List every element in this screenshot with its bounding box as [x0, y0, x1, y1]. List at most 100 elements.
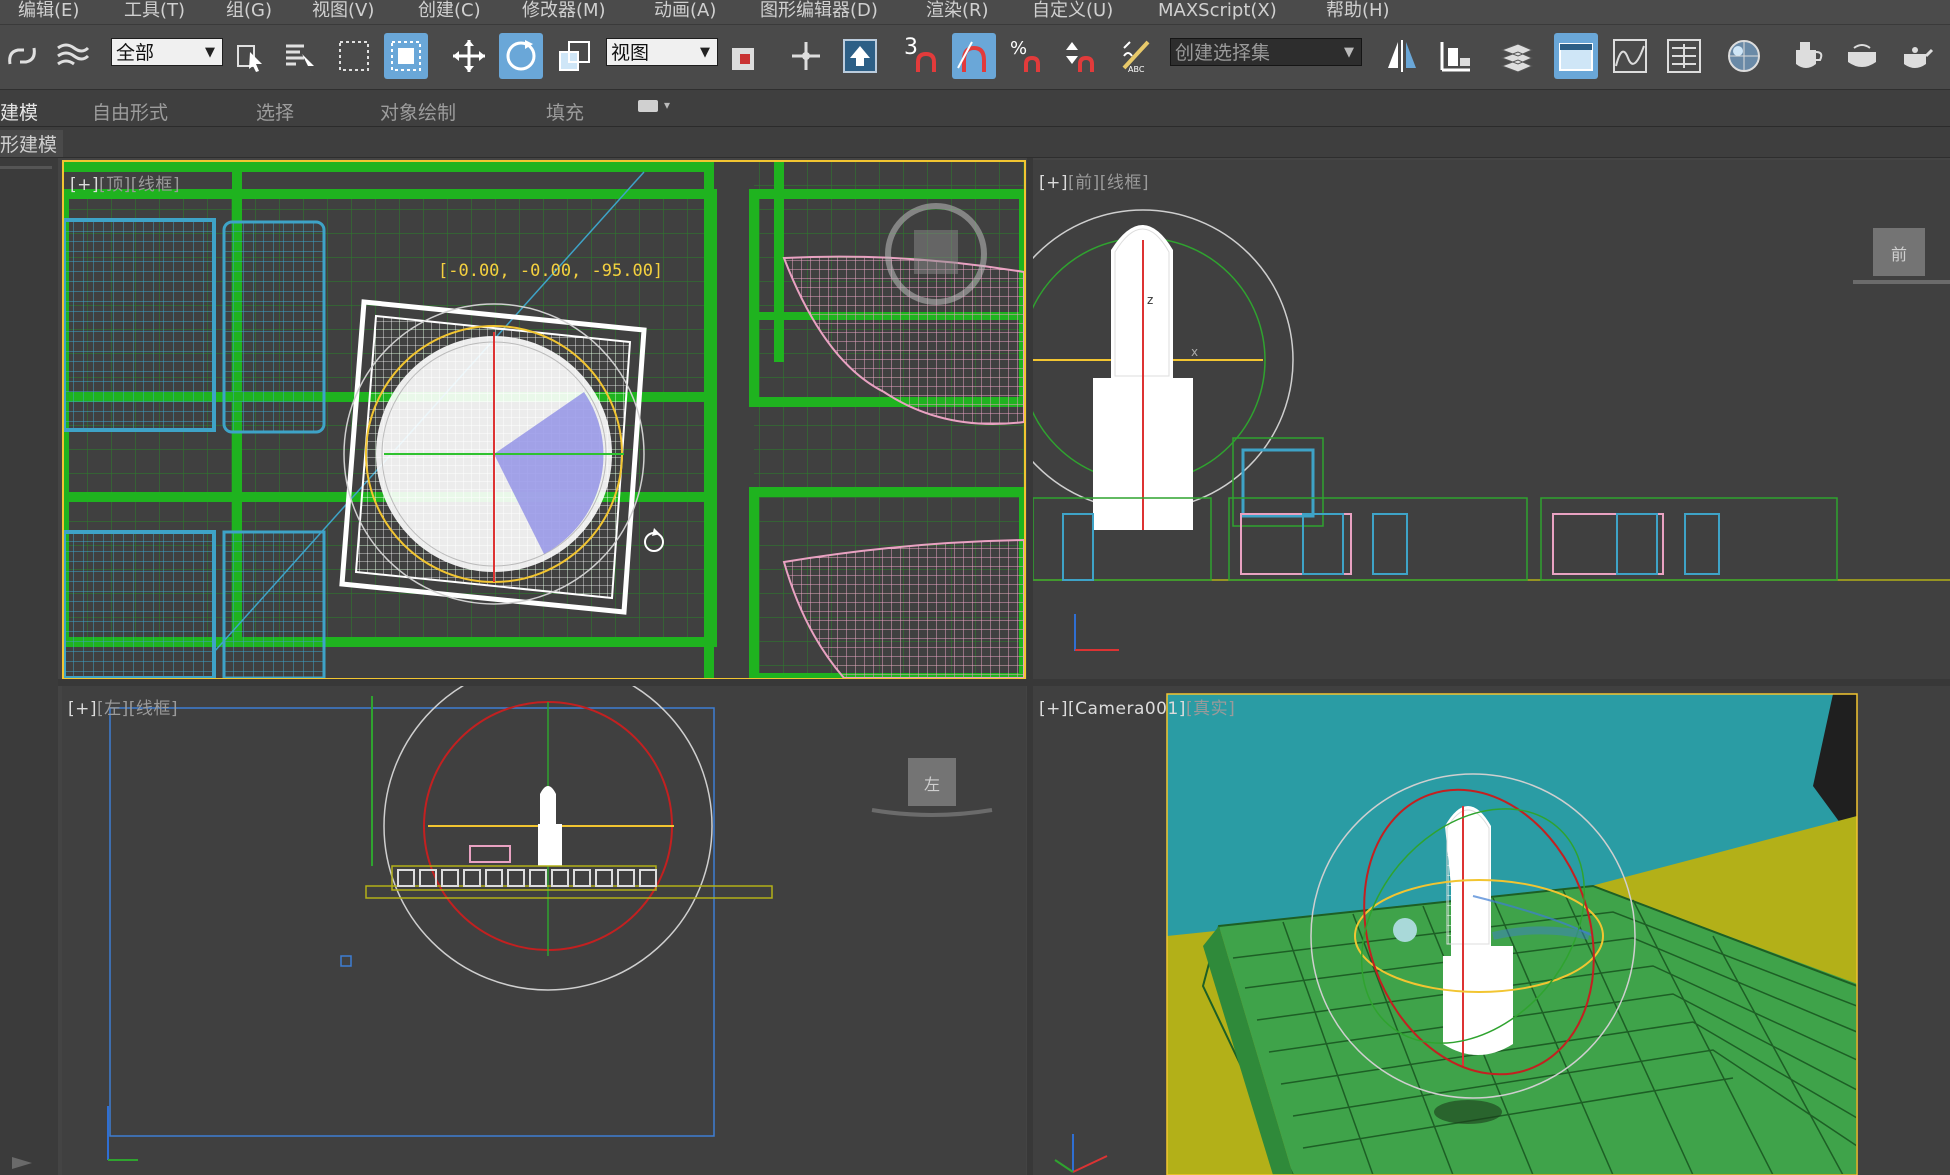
viewport-camera-canvas — [1054, 693, 1858, 1175]
scale-icon[interactable] — [553, 33, 597, 79]
viewport-left-shading[interactable]: [线框] — [129, 699, 178, 719]
viewport-camera-view[interactable]: [Camera001] — [1068, 699, 1186, 719]
menu-rendering[interactable]: 渲染(R) — [926, 0, 989, 22]
rotate-icon[interactable] — [499, 33, 543, 79]
viewport-front-shading[interactable]: [线框] — [1100, 173, 1149, 193]
edit-named-sets-icon[interactable]: ABC — [1116, 33, 1160, 79]
expand-arrow-icon[interactable] — [12, 1157, 32, 1169]
viewport-left-view[interactable]: [左] — [97, 699, 129, 719]
mirror-icon[interactable] — [1380, 33, 1424, 79]
left-command-strip — [0, 158, 58, 1175]
named-selection-dropdown[interactable]: 创建选择集 ▼ — [1170, 38, 1362, 66]
svg-text:%: % — [1010, 38, 1027, 59]
lamp-left — [538, 786, 562, 866]
menu-help[interactable]: 帮助(H) — [1326, 0, 1390, 22]
menu-views[interactable]: 视图(V) — [312, 0, 374, 22]
tab-populate[interactable]: 填充 — [546, 98, 584, 125]
percent-snap-icon[interactable]: % — [1004, 33, 1048, 79]
viewcube[interactable] — [914, 230, 958, 274]
camera-render — [1167, 694, 1857, 1175]
left-target-marker — [340, 955, 352, 967]
lamp-selected — [339, 299, 647, 615]
tab-modeling[interactable]: 建模 — [0, 98, 38, 125]
viewport-front-label[interactable]: [+][前][线框] — [1039, 168, 1149, 193]
viewport-divider-horizontal[interactable] — [58, 679, 1950, 686]
viewport-top-view[interactable]: [顶] — [99, 175, 131, 195]
link-icon[interactable] — [0, 33, 44, 79]
viewport-left-label[interactable]: [+][左][线框] — [68, 694, 178, 719]
viewport-camera-label[interactable]: [+][Camera001][真实] — [1039, 694, 1235, 719]
viewport-top-canvas — [64, 162, 1024, 678]
lamp-front — [1093, 225, 1193, 530]
left-axis-tripod — [107, 1106, 138, 1161]
camera-axis-tripod — [1054, 1134, 1108, 1173]
left-floor-tiles — [365, 865, 773, 899]
front-axis-tripod — [1074, 614, 1119, 651]
rotation-readout: [-0.00, -0.00, -95.00] — [438, 261, 664, 281]
render-setup-icon[interactable] — [1786, 33, 1830, 79]
select-object-icon[interactable] — [228, 33, 272, 79]
chevron-down-icon: ▼ — [1344, 45, 1354, 60]
svg-text:ABC: ABC — [1128, 65, 1145, 74]
menu-bar: 编辑(E) 工具(T) 组(G) 视图(V) 创建(C) 修改器(M) 动画(A… — [0, 0, 1950, 25]
viewport-top-label[interactable]: [+][顶][线框] — [70, 170, 180, 195]
ribbon-options-icon[interactable] — [638, 100, 658, 112]
align-icon[interactable] — [1434, 33, 1478, 79]
reference-coord-dropdown[interactable]: 视图 ▼ — [606, 38, 718, 66]
unlink-icon[interactable] — [50, 33, 94, 79]
viewport-front[interactable]: z x 前 [+][前][线框] — [1033, 160, 1950, 680]
select-by-name-icon[interactable] — [278, 33, 322, 79]
front-small-box — [1241, 448, 1315, 518]
named-selection-placeholder: 创建选择集 — [1175, 42, 1271, 64]
chevron-down-icon: ▼ — [205, 45, 215, 60]
layer-manager-icon[interactable] — [1494, 33, 1538, 79]
selection-filter-dropdown[interactable]: 全部 ▼ — [111, 38, 223, 66]
ribbon-panel-label[interactable]: 形建模 — [0, 130, 64, 157]
viewport-left-plus[interactable]: [+] — [68, 699, 97, 719]
scene-explorer-icon[interactable] — [1554, 33, 1598, 79]
viewport-camera-plus[interactable]: [+] — [1039, 699, 1068, 719]
reference-coord-value: 视图 — [611, 42, 650, 64]
menu-maxscript[interactable]: MAXScript(X) — [1158, 0, 1277, 22]
menu-graph-editors[interactable]: 图形编辑器(D) — [760, 0, 878, 22]
menu-create[interactable]: 创建(C) — [418, 0, 481, 22]
viewport-top[interactable]: [+][顶][线框] [-0.00, -0.00, -95.00] — [62, 160, 1026, 680]
menu-animation[interactable]: 动画(A) — [654, 0, 716, 22]
tab-object-paint[interactable]: 对象绘制 — [380, 98, 456, 125]
viewcube-base — [871, 808, 993, 817]
move-icon[interactable] — [447, 33, 491, 79]
chevron-down-icon[interactable]: ▾ — [664, 98, 670, 112]
angle-snap-icon[interactable] — [952, 33, 996, 79]
viewport-front-view[interactable]: [前] — [1068, 173, 1100, 193]
ribbon-tabs: 建模 自由形式 选择 对象绘制 填充 ▾ — [0, 90, 1950, 127]
viewport-camera-shading[interactable]: [真实] — [1186, 699, 1235, 719]
viewport-front-canvas: z x 前 — [1033, 209, 1950, 651]
menu-edit[interactable]: 编辑(E) — [18, 0, 79, 22]
material-editor-icon[interactable] — [1722, 33, 1766, 79]
viewport-left[interactable]: 左 [+][左][线框] — [62, 686, 1026, 1175]
menu-group[interactable]: 组(G) — [226, 0, 272, 22]
menu-tools[interactable]: 工具(T) — [124, 0, 185, 22]
rendered-frame-icon[interactable] — [1840, 33, 1884, 79]
snap-toggle-icon[interactable]: 3 — [900, 33, 944, 79]
menu-modifiers[interactable]: 修改器(M) — [522, 0, 606, 22]
tab-freeform[interactable]: 自由形式 — [92, 98, 168, 125]
viewport-top-shading[interactable]: [线框] — [131, 175, 180, 195]
menu-customize[interactable]: 自定义(U) — [1032, 0, 1113, 22]
tab-selection[interactable]: 选择 — [256, 98, 294, 125]
viewport-top-plus[interactable]: [+] — [70, 175, 99, 195]
viewport-front-plus[interactable]: [+] — [1039, 173, 1068, 193]
pivot-icon[interactable] — [724, 33, 768, 79]
keyboard-shortcut-icon[interactable] — [838, 33, 882, 79]
viewport-left-canvas: 左 — [107, 686, 993, 1161]
manipulate-icon[interactable] — [784, 33, 828, 79]
spinner-snap-icon[interactable] — [1056, 33, 1100, 79]
viewport-divider-vertical[interactable] — [1027, 158, 1033, 1175]
window-crossing-icon[interactable] — [384, 33, 428, 79]
render-icon[interactable] — [1894, 33, 1938, 79]
ribbon-panel-bar: 形建模 — [0, 127, 1950, 158]
curve-editor-icon[interactable] — [1608, 33, 1652, 79]
schematic-view-icon[interactable] — [1662, 33, 1706, 79]
rect-region-icon[interactable] — [332, 33, 376, 79]
viewport-camera[interactable]: [+][Camera001][真实] — [1033, 686, 1950, 1175]
